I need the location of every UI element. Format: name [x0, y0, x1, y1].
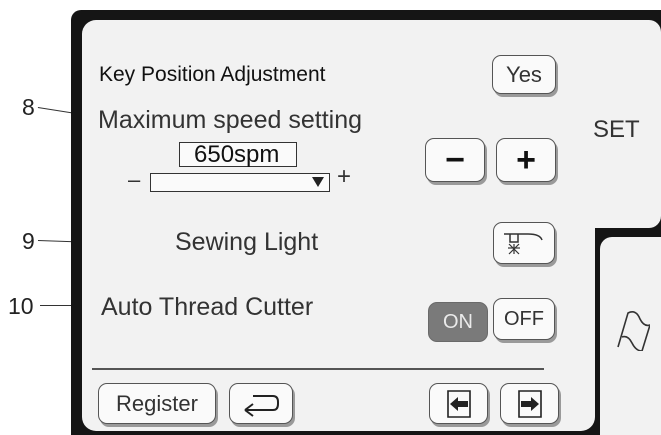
- callout-8: 8: [22, 94, 35, 120]
- minus-button[interactable]: −: [425, 138, 485, 182]
- page-next-icon: [517, 389, 542, 418]
- set-tab[interactable]: SET: [591, 20, 661, 228]
- max-speed-label: Maximum speed setting: [98, 106, 363, 134]
- yes-button[interactable]: Yes: [492, 55, 556, 94]
- dropdown-arrow-icon: [312, 177, 324, 187]
- on-button[interactable]: ON: [428, 302, 488, 342]
- key-position-title: Key Position Adjustment: [99, 63, 326, 86]
- minus-button-label: −: [445, 140, 465, 179]
- auto-thread-cutter-label: Auto Thread Cutter: [101, 293, 314, 321]
- off-button-label: OFF: [504, 307, 544, 330]
- callout-9: 9: [22, 228, 35, 254]
- on-button-label: ON: [443, 310, 473, 333]
- slider-minus-label: –: [128, 167, 141, 192]
- bottom-divider: [92, 368, 544, 370]
- yes-button-label: Yes: [506, 61, 542, 87]
- page-next-button[interactable]: [500, 383, 559, 424]
- flag-icon: [617, 311, 650, 351]
- speed-slider[interactable]: [150, 173, 330, 192]
- slider-plus-label: +: [337, 163, 352, 190]
- sewing-light-icon: [504, 233, 543, 255]
- off-button[interactable]: OFF: [493, 298, 555, 340]
- flag-tab[interactable]: [600, 237, 661, 435]
- page-prev-icon: [446, 389, 471, 418]
- sewing-light-label: Sewing Light: [175, 228, 319, 256]
- return-button[interactable]: [229, 383, 293, 424]
- return-icon: [244, 394, 279, 417]
- plus-button-label: +: [516, 140, 536, 179]
- register-button-label: Register: [116, 390, 198, 416]
- plus-button[interactable]: +: [496, 138, 556, 182]
- callout-10: 10: [8, 293, 34, 319]
- sewing-light-button[interactable]: [493, 222, 555, 264]
- page-prev-button[interactable]: [429, 383, 488, 424]
- set-tab-label: SET: [593, 116, 640, 143]
- speed-value: 650spm: [194, 141, 280, 168]
- register-button[interactable]: Register: [98, 383, 216, 424]
